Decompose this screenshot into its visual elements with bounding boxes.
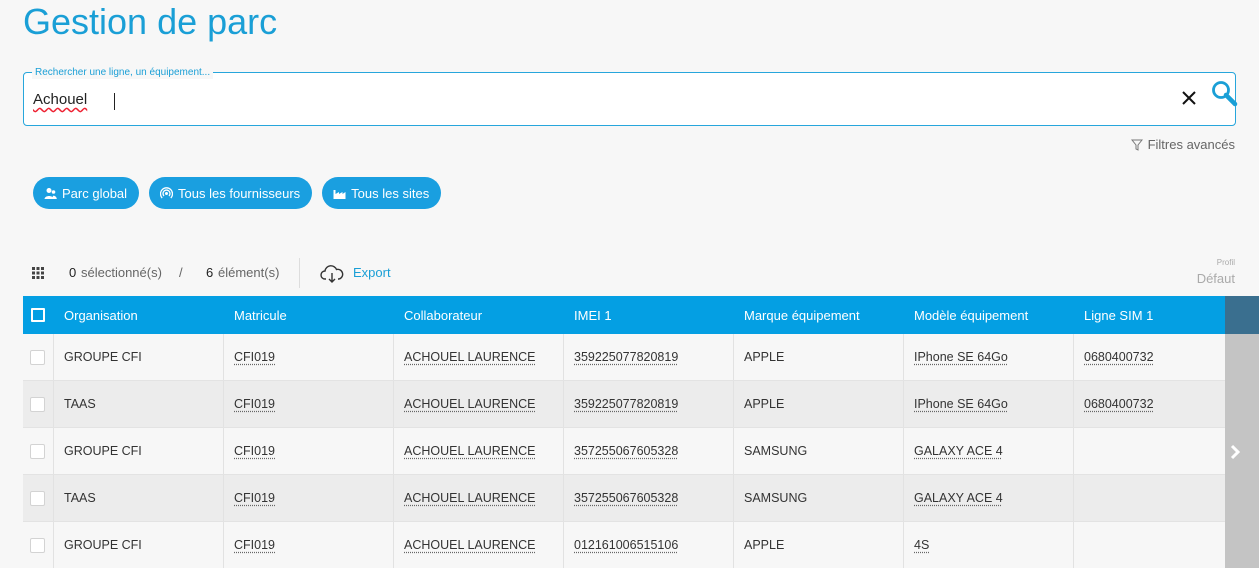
chip-label: Parc global — [62, 185, 128, 201]
factory-icon — [333, 189, 346, 199]
page-title: Gestion de parc — [23, 1, 278, 42]
cell-marque: SAMSUNG — [733, 428, 903, 474]
column-header-matricule[interactable]: Matricule — [234, 296, 287, 334]
search-input[interactable]: Achouel — [33, 91, 87, 108]
element-label: élément(s) — [218, 265, 280, 280]
row-checkbox[interactable] — [30, 537, 45, 553]
chip-tous-les-sites[interactable]: Tous les sites — [322, 177, 442, 209]
element-count: 6 — [206, 265, 214, 280]
cell-collaborateur[interactable]: ACHOUEL LAURENCE — [393, 522, 563, 568]
cell-matricule[interactable]: CFI019 — [223, 475, 393, 521]
search-legend: Rechercher une ligne, un équipement... — [32, 66, 214, 79]
chevron-right-icon[interactable] — [1229, 442, 1241, 462]
antenna-icon — [160, 186, 174, 198]
cell-imei[interactable]: 357255067605328 — [563, 428, 733, 474]
grid-icon[interactable] — [32, 267, 44, 279]
cell-collaborateur[interactable]: ACHOUEL LAURENCE — [393, 381, 563, 427]
column-header-organisation[interactable]: Organisation — [64, 296, 138, 334]
cell-organisation: TAAS — [53, 475, 223, 521]
chip-label: Tous les sites — [351, 185, 430, 201]
cell-organisation: GROUPE CFI — [53, 522, 223, 568]
cell-ligne-sim[interactable]: 0680400732 — [1073, 381, 1225, 427]
cell-modele[interactable]: GALAXY ACE 4 — [903, 475, 1073, 521]
cell-imei[interactable]: 359225077820819 — [563, 334, 733, 380]
cell-collaborateur[interactable]: ACHOUEL LAURENCE — [393, 428, 563, 474]
chip-tous-les-fournisseurs[interactable]: Tous les fournisseurs — [149, 177, 313, 209]
column-header-modele[interactable]: Modèle équipement — [914, 296, 1028, 334]
row-checkbox[interactable] — [30, 490, 45, 506]
equipment-table: Organisation Matricule Collaborateur IME… — [23, 296, 1259, 568]
column-header-ligne-sim[interactable]: Ligne SIM 1 — [1084, 296, 1153, 334]
selected-label: sélectionné(s) — [81, 265, 162, 280]
cell-organisation: GROUPE CFI — [53, 334, 223, 380]
cell-matricule[interactable]: CFI019 — [223, 334, 393, 380]
cell-marque: APPLE — [733, 381, 903, 427]
scroll-panel-header — [1225, 296, 1259, 334]
cell-ligne-sim[interactable] — [1073, 428, 1225, 474]
column-header-collaborateur[interactable]: Collaborateur — [404, 296, 482, 334]
users-icon — [44, 187, 57, 199]
select-all-cell — [31, 296, 45, 334]
cell-ligne-sim[interactable] — [1073, 522, 1225, 568]
profile-label: Profil — [1216, 258, 1235, 267]
cell-matricule[interactable]: CFI019 — [223, 428, 393, 474]
cell-modele[interactable]: IPhone SE 64Go — [903, 381, 1073, 427]
selected-count: 0 — [69, 265, 77, 280]
export-button[interactable]: Export — [353, 265, 391, 280]
select-all-checkbox[interactable] — [31, 308, 45, 322]
column-header-imei[interactable]: IMEI 1 — [574, 296, 612, 334]
table-row[interactable]: GROUPE CFI CFI019 ACHOUEL LAURENCE 01216… — [23, 522, 1259, 568]
cell-imei[interactable]: 357255067605328 — [563, 475, 733, 521]
cell-marque: SAMSUNG — [733, 475, 903, 521]
cloud-download-icon[interactable] — [320, 264, 344, 284]
advanced-filters-label: Filtres avancés — [1147, 137, 1235, 152]
cell-collaborateur[interactable]: ACHOUEL LAURENCE — [393, 475, 563, 521]
cell-imei[interactable]: 359225077820819 — [563, 381, 733, 427]
table-header: Organisation Matricule Collaborateur IME… — [23, 296, 1259, 334]
row-checkbox[interactable] — [30, 396, 45, 412]
horizontal-scroll-panel[interactable] — [1225, 296, 1259, 568]
cell-matricule[interactable]: CFI019 — [223, 381, 393, 427]
cell-ligne-sim[interactable]: 0680400732 — [1073, 334, 1225, 380]
cell-collaborateur[interactable]: ACHOUEL LAURENCE — [393, 334, 563, 380]
cell-modele[interactable]: IPhone SE 64Go — [903, 334, 1073, 380]
search-field[interactable]: Rechercher une ligne, un équipement... A… — [23, 66, 1238, 126]
cell-organisation: GROUPE CFI — [53, 428, 223, 474]
chip-label: Tous les fournisseurs — [178, 185, 301, 201]
close-icon[interactable] — [1180, 89, 1198, 107]
table-row[interactable]: TAAS CFI019 ACHOUEL LAURENCE 35922507782… — [23, 381, 1259, 428]
toolbar-divider — [299, 258, 300, 288]
table-toolbar: 0 sélectionné(s) / 6 élément(s) Export P… — [32, 258, 1235, 288]
table-row[interactable]: GROUPE CFI CFI019 ACHOUEL LAURENCE 35922… — [23, 334, 1259, 381]
row-checkbox[interactable] — [30, 443, 45, 459]
scope-chips: Parc global Tous les fournisseurs Tous l… — [33, 177, 442, 209]
count-separator: / — [179, 265, 183, 280]
cell-imei[interactable]: 012161006515106 — [563, 522, 733, 568]
cell-organisation: TAAS — [53, 381, 223, 427]
table-row[interactable]: TAAS CFI019 ACHOUEL LAURENCE 35725506760… — [23, 475, 1259, 522]
column-header-marque[interactable]: Marque équipement — [744, 296, 860, 334]
cell-marque: APPLE — [733, 522, 903, 568]
cell-modele[interactable]: 4S — [903, 522, 1073, 568]
cell-ligne-sim[interactable] — [1073, 475, 1225, 521]
row-checkbox[interactable] — [30, 349, 45, 365]
search-icon[interactable] — [1210, 80, 1238, 108]
cell-marque: APPLE — [733, 334, 903, 380]
text-caret — [114, 93, 115, 110]
cell-matricule[interactable]: CFI019 — [223, 522, 393, 568]
table-row[interactable]: GROUPE CFI CFI019 ACHOUEL LAURENCE 35725… — [23, 428, 1259, 475]
profile-value[interactable]: Défaut — [1197, 271, 1235, 286]
chip-parc-global[interactable]: Parc global — [33, 177, 140, 209]
filter-icon — [1130, 139, 1143, 151]
advanced-filters-link[interactable]: Filtres avancés — [1130, 137, 1235, 152]
cell-modele[interactable]: GALAXY ACE 4 — [903, 428, 1073, 474]
